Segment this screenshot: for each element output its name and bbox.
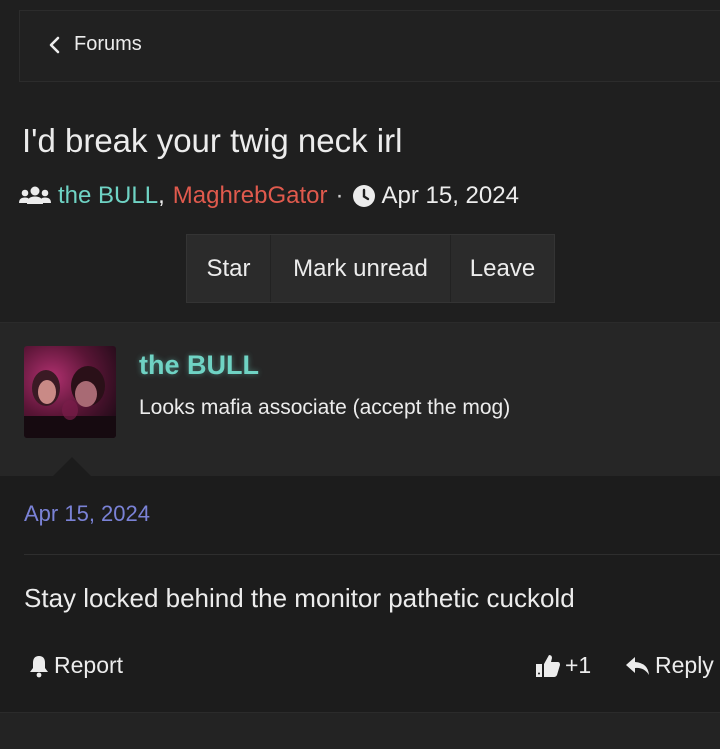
back-to-forums-link[interactable]: Forums: [48, 33, 142, 56]
thread-title: I'd break your twig neck irl: [22, 122, 403, 159]
report-label: Report: [54, 652, 124, 678]
thread-actions: Star Mark unread Leave: [186, 234, 555, 303]
post-body: Stay locked behind the monitor pathetic …: [24, 583, 575, 613]
meta-dot-separator: ·: [335, 182, 344, 209]
avatar-photo: [24, 366, 116, 438]
mark-unread-button[interactable]: Mark unread: [270, 235, 450, 302]
breadcrumb-bar: Forums: [19, 10, 720, 82]
thread-meta: the BULL , MaghrebGator · Apr 15, 2024: [18, 182, 519, 210]
post-divider: [24, 554, 720, 555]
like-count: +1: [565, 652, 592, 678]
post-date[interactable]: Apr 15, 2024: [24, 501, 150, 527]
avatar[interactable]: [24, 346, 116, 438]
bell-icon: [30, 655, 48, 677]
clock-icon: [352, 185, 375, 207]
thread-date: Apr 15, 2024: [381, 182, 519, 209]
users-icon: [19, 186, 51, 204]
participant-separator: ,: [158, 182, 165, 209]
participant-link-maghrebgator[interactable]: MaghrebGator: [173, 182, 328, 210]
first-message-block: the BULL Looks mafia associate (accept t…: [0, 322, 720, 477]
author-name[interactable]: the BULL: [139, 350, 259, 381]
post: Apr 15, 2024 Stay locked behind the moni…: [0, 476, 720, 712]
like-button[interactable]: +1: [535, 652, 591, 679]
breadcrumb-label: Forums: [74, 33, 142, 55]
leave-button[interactable]: Leave: [450, 235, 554, 302]
message-snippet: Looks mafia associate (accept the mog): [139, 396, 511, 419]
thumbs-up-icon: [536, 654, 560, 677]
next-post-edge: [0, 712, 720, 749]
chevron-left-icon: [49, 36, 60, 53]
star-button[interactable]: Star: [187, 235, 270, 302]
reply-label: Reply: [655, 652, 714, 678]
reply-button[interactable]: Reply: [625, 652, 714, 679]
report-button[interactable]: Report: [28, 652, 123, 679]
participant-link-the-bull[interactable]: the BULL: [58, 182, 158, 210]
reply-arrow-icon: [626, 656, 649, 675]
message-pointer: [52, 457, 92, 477]
